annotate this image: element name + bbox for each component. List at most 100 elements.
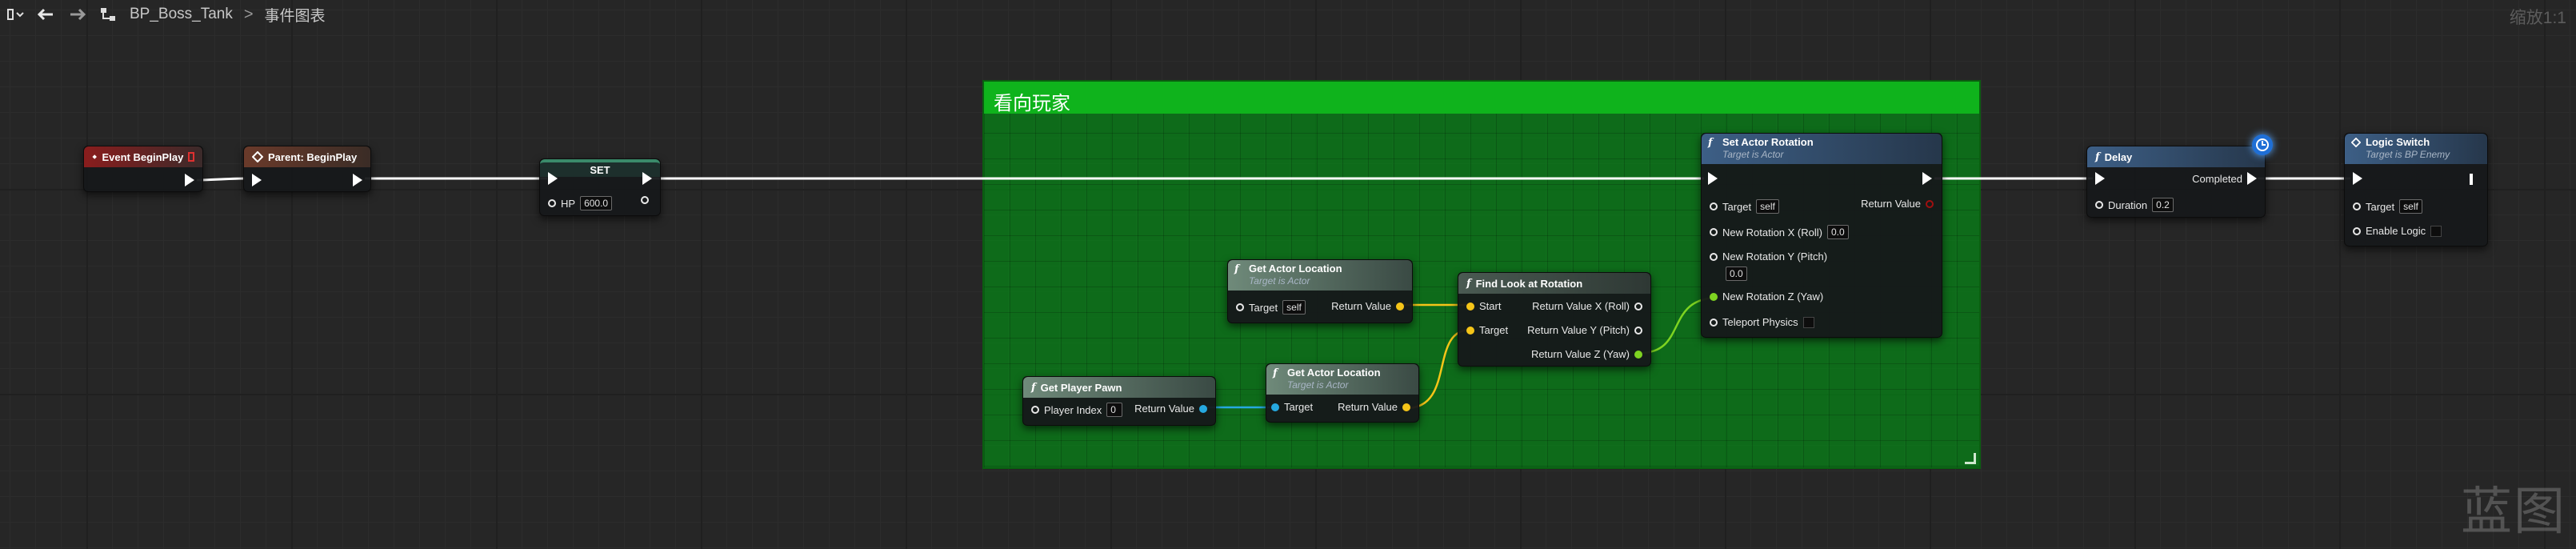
exec-out-pin[interactable]	[642, 172, 652, 185]
pin-label: Enable Logic	[2366, 225, 2426, 237]
node-header: f Get Actor Location Target is Actor	[1228, 260, 1412, 291]
comment-resize-handle[interactable]	[1965, 453, 1976, 464]
pin-label: Player Index	[1044, 403, 1102, 416]
pin-label: Duration	[2108, 198, 2148, 211]
rot-y-input[interactable]: 0.0	[1726, 266, 1747, 281]
node-title: Get Actor Location	[1249, 262, 1342, 274]
vector-in-pin[interactable]	[1466, 302, 1474, 311]
node-subtitle: Target is BP Enemy	[2366, 149, 2450, 160]
exec-in-pin[interactable]	[2353, 172, 2362, 185]
blueprint-hierarchy-icon	[99, 6, 118, 22]
pin-label: Return Value X (Roll)	[1532, 300, 1630, 312]
pin-label: HP	[561, 197, 576, 210]
exec-out-pin[interactable]	[1922, 172, 1932, 185]
object-in-pin[interactable]	[1236, 303, 1244, 311]
node-set-actor-rotation[interactable]: f Set Actor Rotation Target is Actor Tar…	[1701, 133, 1942, 338]
bool-in-pin[interactable]	[2353, 226, 2361, 235]
function-icon: f	[1031, 381, 1036, 394]
vector-in-pin[interactable]	[1466, 326, 1474, 335]
function-icon: f	[1708, 137, 1713, 149]
node-subtitle: Target is Actor	[1249, 275, 1310, 287]
pin-label: Target	[1284, 401, 1314, 413]
forward-arrow-icon[interactable]	[67, 7, 88, 22]
delegate-pin[interactable]	[188, 152, 194, 162]
function-icon: f	[1273, 367, 1278, 379]
exec-out-pin[interactable]	[2247, 172, 2257, 185]
exec-in-pin[interactable]	[548, 172, 558, 185]
node-subtitle: Target is Actor	[1722, 149, 1784, 160]
comment-title[interactable]: 看向玩家	[984, 82, 1979, 114]
node-get-actor-location-2[interactable]: f Get Actor Location Target is Actor Tar…	[1266, 363, 1419, 423]
rot-x-input[interactable]: 0.0	[1827, 225, 1849, 239]
bool-in-pin[interactable]	[1710, 318, 1718, 327]
function-icon: f	[1234, 263, 1239, 275]
pin-label: Return Value Z (Yaw)	[1530, 348, 1630, 360]
event-diamond-icon	[252, 151, 263, 162]
node-get-actor-location[interactable]: f Get Actor Location Target is Actor Tar…	[1227, 259, 1413, 323]
float-in-pin[interactable]	[1710, 228, 1718, 236]
exec-out-pin[interactable]	[185, 174, 194, 186]
hp-value-input[interactable]: 600.0	[580, 196, 613, 210]
pin-label: Completed	[2192, 172, 2242, 185]
node-set-hp[interactable]: SET HP 600.0	[539, 158, 661, 216]
exec-out-pin[interactable]	[2470, 174, 2473, 185]
node-find-look-at-rotation[interactable]: f Find Look at Rotation Start Return Val…	[1458, 272, 1651, 367]
node-header: f Find Look at Rotation	[1458, 273, 1650, 294]
float-in-pin[interactable]	[1710, 252, 1718, 261]
node-logic-switch[interactable]: Logic Switch Target is BP Enemy Target s…	[2344, 133, 2488, 246]
float-in-pin[interactable]	[1710, 292, 1718, 301]
breadcrumb-blueprint[interactable]: BP_Boss_Tank	[130, 6, 233, 23]
vector-out-pin[interactable]	[1396, 302, 1404, 311]
watermark: 蓝图	[2461, 483, 2566, 542]
pin-label: Return Value Y (Pitch)	[1527, 324, 1630, 336]
player-index-value[interactable]: 0	[1106, 403, 1123, 417]
exec-in-pin[interactable]	[2095, 172, 2105, 185]
bool-out-pin[interactable]	[1926, 199, 1934, 208]
node-header: f Set Actor Rotation Target is Actor	[1702, 134, 1942, 164]
target-value[interactable]: self	[2399, 199, 2422, 214]
node-event-begin-play[interactable]: Event BeginPlay	[83, 146, 203, 192]
pin-label: New Rotation Z (Yaw)	[1722, 291, 1824, 303]
latent-clock-icon	[2252, 134, 2273, 155]
float-out-pin[interactable]	[1634, 326, 1642, 335]
float-in-pin[interactable]	[548, 199, 556, 207]
node-title: Logic Switch	[2366, 136, 2430, 148]
node-header: f Delay	[2087, 146, 2265, 167]
int-in-pin[interactable]	[1031, 406, 1039, 414]
node-subtitle: Target is Actor	[1287, 379, 1349, 391]
float-out-pin[interactable]	[641, 196, 649, 204]
object-in-pin[interactable]	[1271, 403, 1279, 411]
float-out-pin[interactable]	[1634, 350, 1642, 359]
float-in-pin[interactable]	[2095, 201, 2103, 209]
duration-input[interactable]: 0.2	[2152, 198, 2174, 212]
node-parent-begin-play[interactable]: Parent: BeginPlay	[243, 146, 371, 192]
exec-in-pin[interactable]	[1708, 172, 1718, 185]
pin-label: Target	[1722, 200, 1752, 213]
breadcrumb-graph[interactable]: 事件图表	[265, 4, 326, 26]
teleport-checkbox[interactable]	[1802, 316, 1814, 328]
node-get-player-pawn[interactable]: f Get Player Pawn Player Index 0 Return …	[1022, 376, 1216, 426]
graph-menu-dropdown[interactable]	[6, 7, 24, 22]
zoom-level: 缩放1:1	[2509, 9, 2566, 27]
node-delay[interactable]: f Delay Completed Duration 0.2	[2086, 146, 2266, 218]
pin-label: Teleport Physics	[1722, 316, 1798, 328]
float-out-pin[interactable]	[1634, 302, 1642, 311]
node-title: SET	[590, 163, 610, 176]
event-diamond-icon	[2351, 138, 2361, 147]
object-in-pin[interactable]	[2353, 202, 2361, 210]
object-out-pin[interactable]	[1199, 404, 1207, 413]
node-header: Logic Switch Target is BP Enemy	[2345, 134, 2487, 164]
enable-logic-checkbox[interactable]	[2430, 225, 2442, 237]
pin-label: New Rotation X (Roll)	[1722, 226, 1822, 238]
back-arrow-icon[interactable]	[35, 7, 56, 22]
target-value[interactable]: self	[1756, 199, 1779, 214]
node-header: Event BeginPlay	[84, 146, 202, 167]
target-value[interactable]: self	[1282, 300, 1306, 315]
object-in-pin[interactable]	[1710, 202, 1718, 210]
exec-out-pin[interactable]	[353, 174, 362, 186]
pin-label: Return Value	[1331, 300, 1391, 312]
pin-label: Return Value	[1134, 403, 1194, 415]
vector-out-pin[interactable]	[1402, 403, 1410, 411]
exec-in-pin[interactable]	[252, 174, 262, 186]
node-title: Event BeginPlay	[102, 150, 184, 163]
